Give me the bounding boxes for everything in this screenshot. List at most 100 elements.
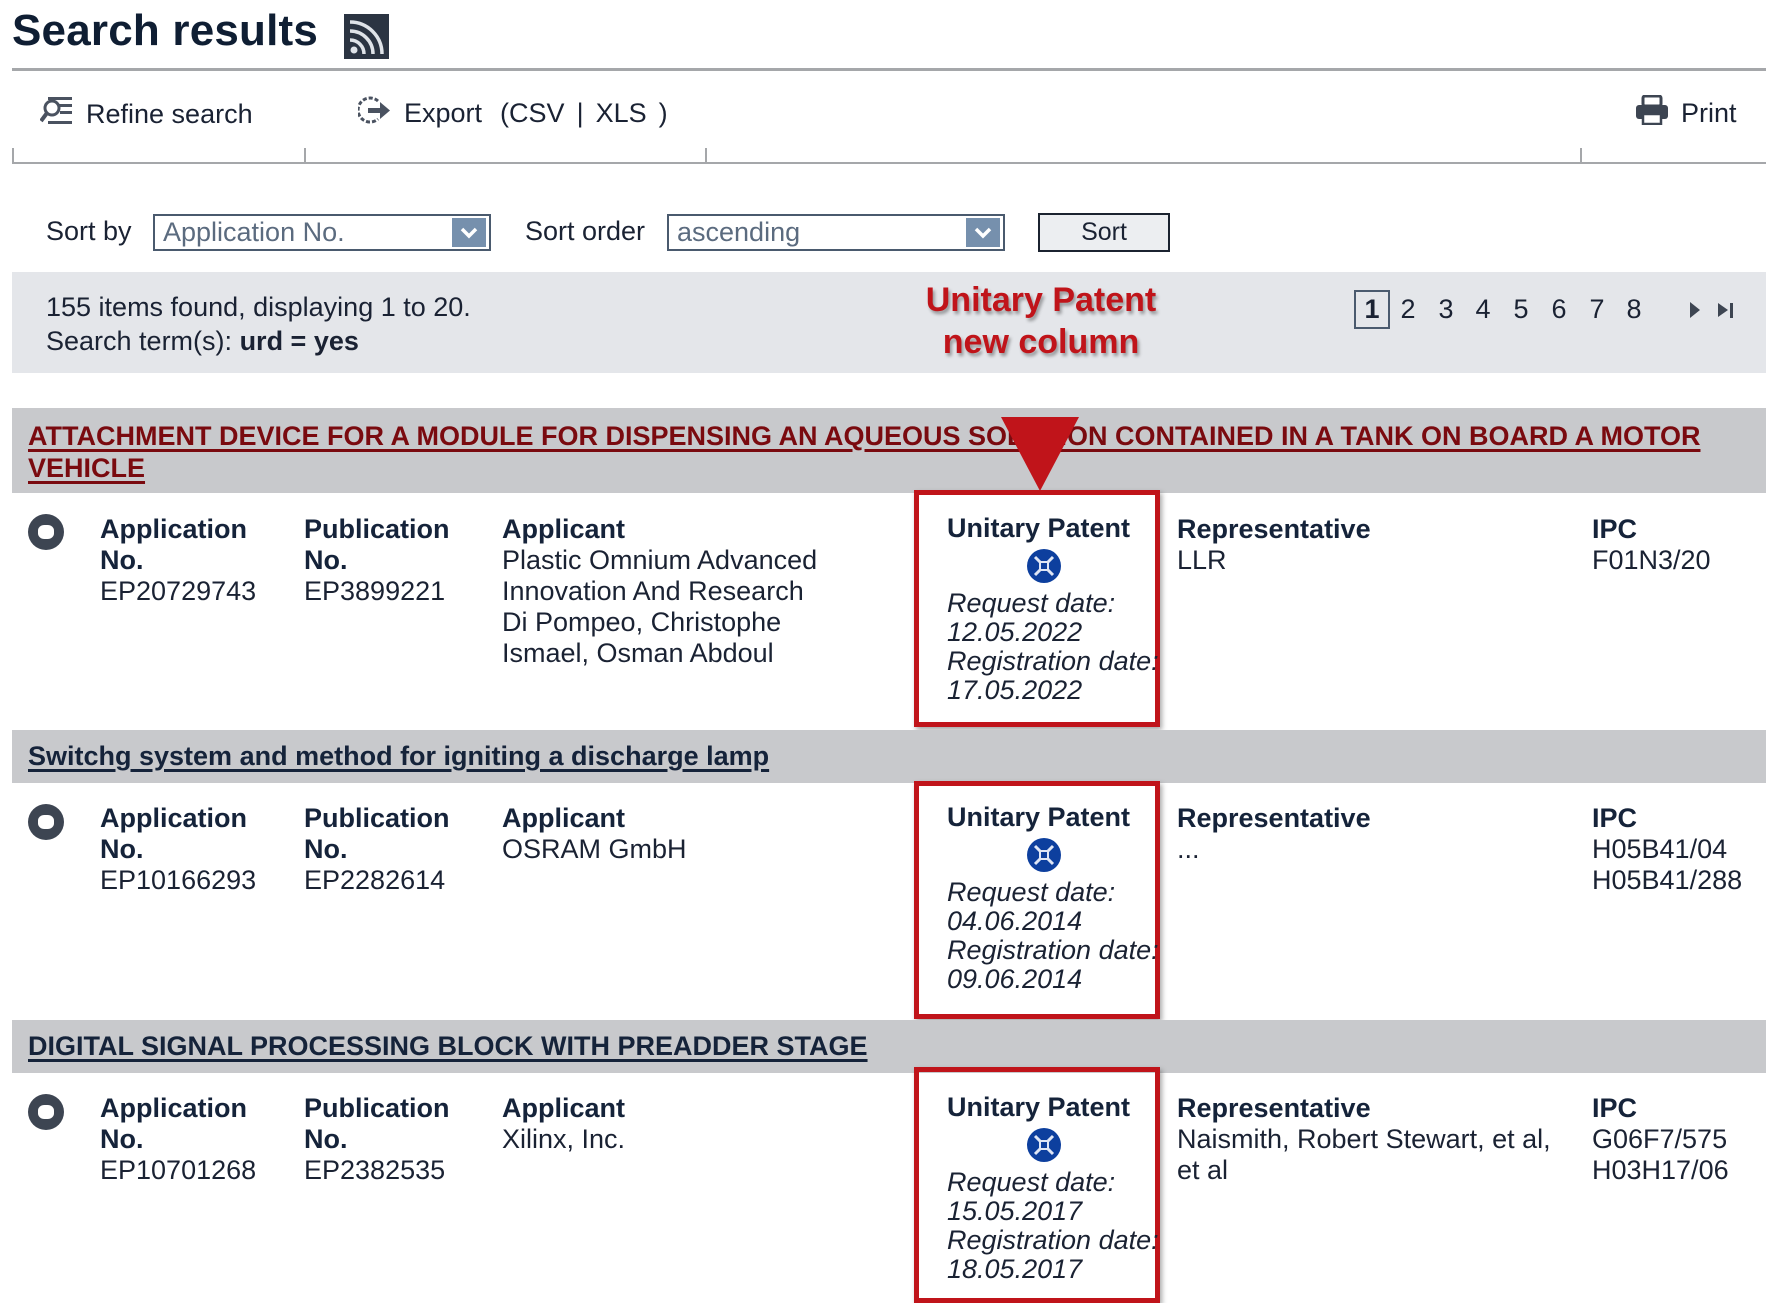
toolbar-divider (12, 162, 1766, 164)
result-title-bar: DIGITAL SIGNAL PROCESSING BLOCK WITH PRE… (12, 1020, 1766, 1073)
page-link[interactable]: 7 (1582, 290, 1612, 329)
registration-date-label: Registration date: (947, 935, 1159, 965)
annotation-callout: Unitary Patent new column (880, 279, 1202, 363)
result-title-line: Switchg system and method for igniting a… (28, 741, 770, 771)
search-terms: Search term(s): urd = yes (46, 326, 359, 357)
sort-button[interactable]: Sort (1038, 213, 1170, 252)
result-title-link[interactable]: DIGITAL SIGNAL PROCESSING BLOCK WITH PRE… (28, 1030, 868, 1062)
result-select-radio[interactable] (28, 804, 64, 840)
export-paren-open: ( (500, 98, 510, 128)
sort-by-select[interactable]: Application No. (153, 214, 491, 251)
export-icon[interactable] (356, 95, 392, 132)
results-count: 155 items found, displaying 1 to 20. (46, 292, 471, 322)
page-current[interactable]: 1 (1354, 290, 1390, 329)
representative-value: et al (1177, 1155, 1229, 1185)
publication-no-column: Publication No. EP2382535 (304, 1093, 450, 1186)
page-link[interactable]: 4 (1468, 290, 1498, 329)
applicant-value: Di Pompeo, Christophe (502, 607, 782, 637)
applicant-column: Applicant OSRAM GmbH (502, 803, 687, 865)
applicant-value: Plastic Omnium Advanced (502, 545, 818, 575)
applicant-header: Applicant (502, 803, 626, 833)
printer-icon (1635, 94, 1669, 132)
ipc-column: IPC G06F7/575 H03H17/06 (1592, 1093, 1729, 1186)
export-toolbar: Export (CSV | XLS ) (356, 95, 668, 132)
publication-no-value: EP3899221 (304, 576, 446, 606)
result-title-link[interactable]: Switchg system and method for igniting a… (28, 740, 769, 772)
application-no-header: No. (100, 1124, 144, 1154)
applicant-column: Applicant Plastic Omnium Advanced Innova… (502, 514, 817, 669)
publication-no-header: No. (304, 1124, 348, 1154)
ipc-header: IPC (1592, 803, 1638, 833)
unitary-patent-header: Unitary Patent (947, 802, 1131, 832)
publication-no-column: Publication No. EP2282614 (304, 803, 450, 896)
annotation-arrow-icon (1001, 417, 1079, 491)
result-select-radio[interactable] (28, 514, 64, 550)
export-button[interactable]: Export (404, 98, 482, 129)
ipc-column: IPC H05B41/04 H05B41/288 (1592, 803, 1742, 896)
applicant-value: Innovation And Research (502, 576, 804, 606)
applicant-header: Applicant (502, 1093, 626, 1123)
page-link[interactable]: 3 (1431, 290, 1461, 329)
toolbar-tick (12, 148, 14, 162)
print-button[interactable]: Print (1635, 94, 1737, 132)
representative-column: Representative Naismith, Robert Stewart,… (1177, 1093, 1551, 1186)
result-select-radio[interactable] (28, 1094, 64, 1130)
next-page-icon[interactable] (1688, 301, 1702, 324)
search-terms-label: Search term(s): (46, 326, 233, 356)
chevron-down-icon (452, 218, 486, 247)
page-link[interactable]: 5 (1506, 290, 1536, 329)
representative-header: Representative (1177, 514, 1371, 544)
representative-header: Representative (1177, 1093, 1371, 1123)
search-terms-value: urd = yes (239, 326, 359, 356)
representative-value: ... (1177, 834, 1200, 864)
application-no-header: Application (100, 803, 247, 833)
applicant-value: Xilinx, Inc. (502, 1124, 626, 1154)
rss-feed-icon[interactable] (344, 14, 389, 59)
publication-no-header: No. (304, 834, 348, 864)
registration-date-label: Registration date: (947, 1225, 1159, 1255)
ipc-value: H05B41/288 (1592, 865, 1743, 895)
application-no-header: No. (100, 545, 144, 575)
applicant-header: Applicant (502, 514, 626, 544)
application-no-value: EP20729743 (100, 576, 257, 606)
result-title-bar: ATTACHMENT DEVICE FOR A MODULE FOR DISPE… (12, 408, 1766, 493)
publication-no-header: No. (304, 545, 348, 575)
request-date-label: Request date: (947, 588, 1116, 618)
unitary-patent-column: Unitary Patent Request date: 04.06.2014 … (947, 803, 1159, 994)
ipc-value: H03H17/06 (1592, 1155, 1729, 1185)
page-link[interactable]: 6 (1544, 290, 1574, 329)
page-link[interactable]: 2 (1393, 290, 1423, 329)
sort-order-select[interactable]: ascending (667, 214, 1005, 251)
export-paren-close: ) (658, 98, 668, 128)
representative-column: Representative LLR (1177, 514, 1371, 576)
application-no-column: Application No. EP10701268 (100, 1093, 256, 1186)
ipc-header: IPC (1592, 1093, 1638, 1123)
application-no-column: Application No. EP20729743 (100, 514, 256, 607)
refine-search-button[interactable]: Refine search (39, 95, 253, 134)
unitary-patent-icon (1027, 549, 1061, 583)
unitary-patent-icon (1027, 838, 1061, 872)
result-title-line: VEHICLE (28, 453, 146, 483)
export-format-separator: | (576, 98, 584, 128)
export-csv-link[interactable]: CSV (509, 98, 565, 129)
export-xls-link[interactable]: XLS (596, 98, 647, 129)
ipc-value: G06F7/575 (1592, 1124, 1728, 1154)
sort-order-value: ascending (677, 217, 801, 247)
application-no-value: EP10701268 (100, 1155, 257, 1185)
toolbar-tick (705, 148, 707, 162)
toolbar-tick (304, 148, 306, 162)
request-date-label: Request date: (947, 877, 1116, 907)
page-link[interactable]: 8 (1619, 290, 1649, 329)
result-title-link[interactable]: ATTACHMENT DEVICE FOR A MODULE FOR DISPE… (28, 420, 1700, 484)
publication-no-header: Publication (304, 1093, 450, 1123)
sort-by-value: Application No. (163, 217, 345, 247)
application-no-column: Application No. EP10166293 (100, 803, 256, 896)
ipc-column: IPC F01N3/20 (1592, 514, 1711, 576)
unitary-patent-header: Unitary Patent (947, 513, 1131, 543)
ipc-header: IPC (1592, 514, 1638, 544)
registration-date-value: 17.05.2022 (947, 675, 1083, 705)
publication-no-header: Publication (304, 803, 450, 833)
last-page-icon[interactable] (1716, 301, 1736, 324)
registration-date-value: 09.06.2014 (947, 964, 1083, 994)
result-title-line: DIGITAL SIGNAL PROCESSING BLOCK WITH PRE… (28, 1031, 868, 1061)
